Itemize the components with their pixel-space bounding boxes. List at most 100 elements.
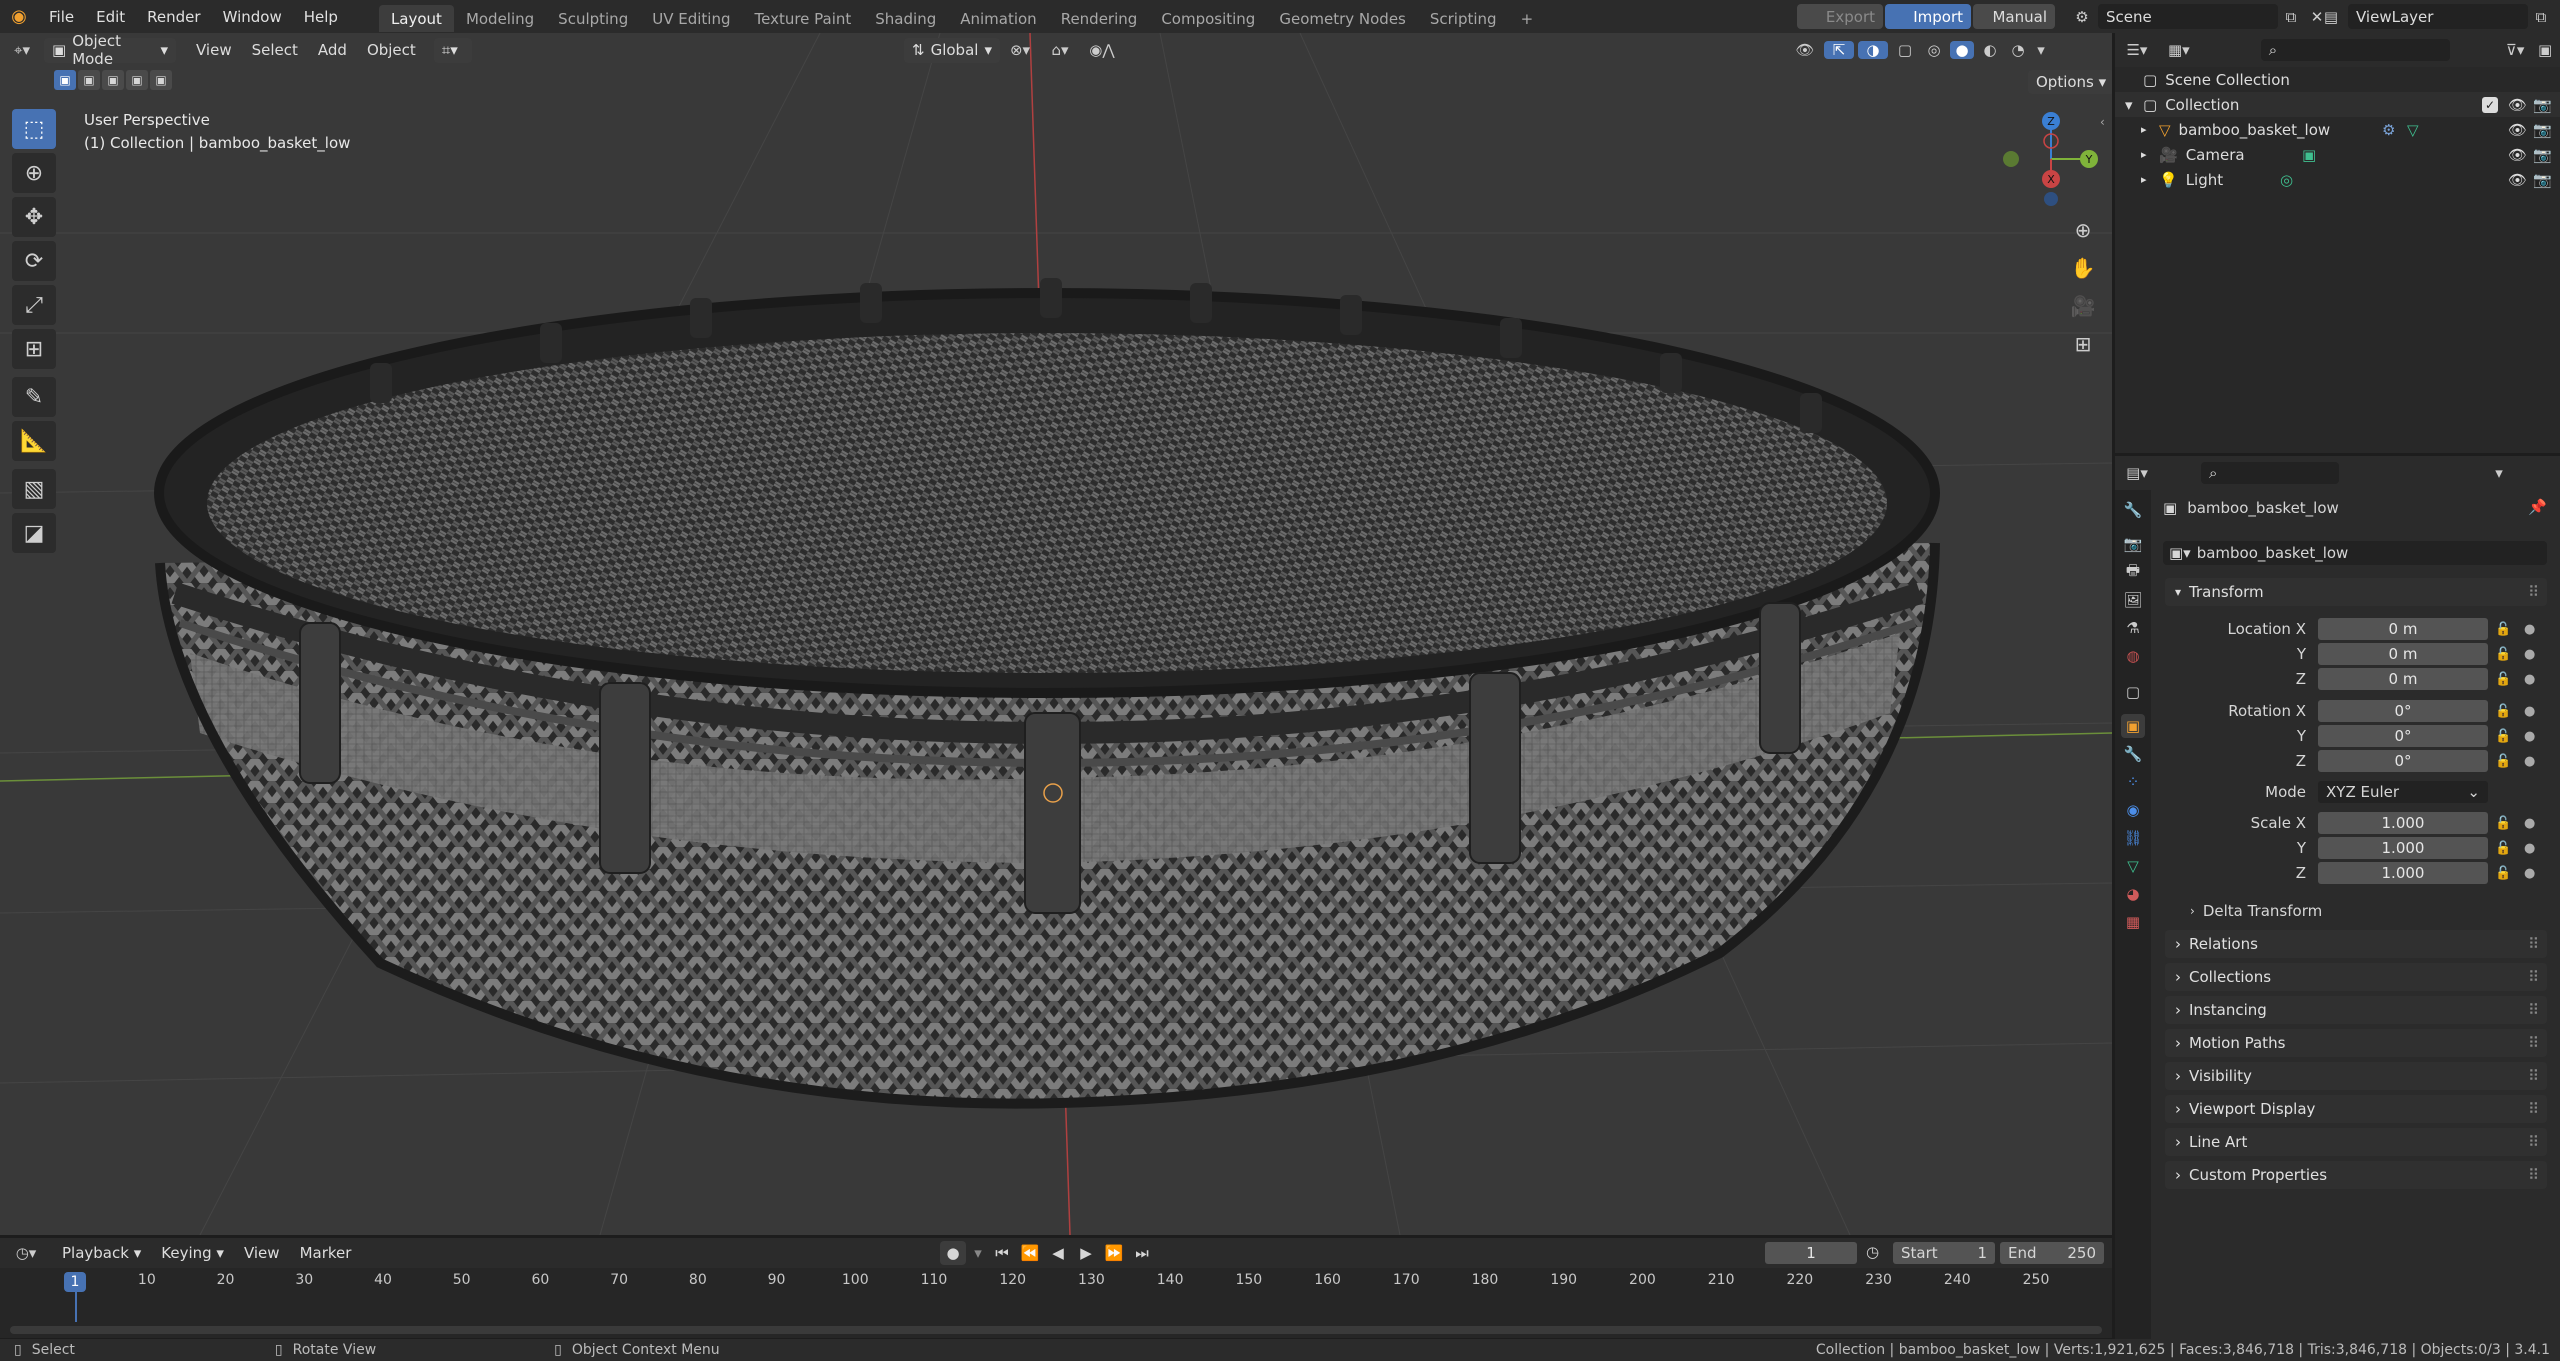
particles-tab-icon[interactable]: ⁘: [2121, 770, 2145, 794]
keyframe-dot-icon[interactable]: ●: [2524, 672, 2535, 687]
visibility-section[interactable]: › Visibility ⠿: [2165, 1062, 2547, 1090]
physics-tab-icon[interactable]: ◉: [2121, 798, 2145, 822]
import-button[interactable]: Import: [1885, 4, 1971, 29]
tab-animation[interactable]: Animation: [948, 5, 1048, 32]
constraints-tab-icon[interactable]: ⛓: [2121, 826, 2145, 850]
tab-sculpting[interactable]: Sculpting: [546, 5, 640, 32]
scene-new-icon[interactable]: ⧉: [2278, 8, 2304, 26]
3d-viewport[interactable]: ⌖▾ ▣ Object Mode ▾ View Select Add Object…: [0, 33, 2112, 1235]
collection-checkbox[interactable]: ✓: [2482, 96, 2498, 113]
options-button[interactable]: Options ▾: [2028, 70, 2112, 94]
lock-icon[interactable]: 🔓: [2495, 816, 2511, 831]
rotation-z-field[interactable]: 0°: [2318, 750, 2488, 772]
lock-icon[interactable]: 🔓: [2495, 622, 2511, 637]
orientation-dropdown[interactable]: ⇅ Global ▾: [904, 37, 1000, 63]
render-camera-icon[interactable]: 📷: [2533, 146, 2552, 164]
tool-tab-icon[interactable]: 🔧: [2121, 498, 2145, 522]
keyframe-dot-icon[interactable]: ●: [2524, 866, 2535, 881]
lock-icon[interactable]: 🔓: [2495, 754, 2511, 769]
render-tab-icon[interactable]: 📷: [2121, 532, 2145, 556]
viewport-display-section[interactable]: › Viewport Display ⠿: [2165, 1095, 2547, 1123]
ortho-toggle-icon[interactable]: ⊞: [2066, 327, 2100, 361]
outliner-row-light[interactable]: ▸ 💡 Light ◎ 👁 📷: [2115, 167, 2560, 192]
frame-ruler[interactable]: 1102030405060708090100110120130140150160…: [0, 1238, 2112, 1338]
tab-shading[interactable]: Shading: [863, 5, 948, 32]
manual-button[interactable]: Manual: [1973, 4, 2055, 29]
xray-icon[interactable]: ▢: [1892, 41, 1918, 59]
select-subtract-icon[interactable]: ▣: [102, 70, 124, 90]
keyframe-dot-icon[interactable]: ●: [2524, 754, 2535, 769]
delta-transform-subpanel[interactable]: › Delta Transform: [2190, 898, 2322, 924]
tab-modeling[interactable]: Modeling: [454, 5, 546, 32]
outliner-search-field[interactable]: ⌕: [2260, 39, 2451, 61]
outliner-row-scene-collection[interactable]: ▢ Scene Collection: [2115, 67, 2560, 92]
viewport-menu-object[interactable]: Object: [357, 41, 426, 59]
texture-tab-icon[interactable]: ▦: [2121, 910, 2145, 934]
transform-tool[interactable]: ⊞: [12, 329, 56, 369]
drag-handle-icon[interactable]: ⠿: [2528, 583, 2539, 601]
snap-icon[interactable]: ⌂▾: [1040, 41, 1080, 59]
zoom-icon[interactable]: ⊕: [2066, 213, 2100, 247]
scale-x-field[interactable]: 1.000: [2318, 812, 2488, 834]
expand-icon[interactable]: ▸: [2141, 123, 2159, 136]
keyframe-dot-icon[interactable]: ●: [2524, 622, 2535, 637]
tab-geometry-nodes[interactable]: Geometry Nodes: [1267, 5, 1418, 32]
drag-handle-icon[interactable]: ⠿: [2528, 1100, 2539, 1118]
collection-tab-icon[interactable]: ▢: [2121, 680, 2145, 704]
expand-icon[interactable]: ▾: [2125, 96, 2143, 114]
rotation-x-field[interactable]: 0°: [2318, 700, 2488, 722]
menu-edit[interactable]: Edit: [85, 0, 136, 33]
filter-icon[interactable]: ⊽▾: [2500, 41, 2530, 59]
render-camera-icon[interactable]: 📷: [2533, 96, 2552, 114]
collapse-icon[interactable]: ▾: [2489, 464, 2509, 482]
transform-pivot-dropdown[interactable]: ⌗▾: [433, 37, 472, 63]
pin-icon[interactable]: 📌: [2528, 498, 2547, 516]
relations-section[interactable]: › Relations ⠿: [2165, 930, 2547, 958]
blender-logo-icon[interactable]: ◉: [0, 6, 38, 27]
eye-icon[interactable]: 👁: [2508, 171, 2527, 189]
render-camera-icon[interactable]: 📷: [2533, 121, 2552, 139]
visibility-icon[interactable]: 👁: [1790, 41, 1820, 59]
scale-y-field[interactable]: 1.000: [2318, 837, 2488, 859]
select-invert-icon[interactable]: ▣: [126, 70, 148, 90]
data-tab-icon[interactable]: ▽: [2121, 854, 2145, 878]
lock-icon[interactable]: 🔓: [2495, 672, 2511, 687]
edit-tool[interactable]: ◪: [12, 513, 56, 553]
outliner-editor-icon[interactable]: ☰▾: [2115, 41, 2159, 59]
line-art-section[interactable]: › Line Art ⠿: [2165, 1128, 2547, 1156]
viewport-menu-select[interactable]: Select: [242, 41, 308, 59]
drag-handle-icon[interactable]: ⠿: [2528, 1166, 2539, 1184]
export-button[interactable]: Export: [1797, 4, 1883, 29]
expand-icon[interactable]: ▸: [2141, 173, 2159, 186]
keyframe-dot-icon[interactable]: ●: [2524, 647, 2535, 662]
select-box-tool[interactable]: ⬚: [12, 109, 56, 149]
add-workspace-button[interactable]: +: [1509, 5, 1546, 32]
keyframe-dot-icon[interactable]: ●: [2524, 841, 2535, 856]
expand-icon[interactable]: ▸: [2141, 148, 2159, 161]
solid-shading-icon[interactable]: ●: [1950, 41, 1974, 59]
tab-rendering[interactable]: Rendering: [1049, 5, 1150, 32]
viewlayer-close-icon[interactable]: ✕: [2554, 8, 2560, 26]
camera-view-icon[interactable]: 🎥: [2066, 289, 2100, 323]
keyframe-dot-icon[interactable]: ●: [2524, 816, 2535, 831]
annotate-tool[interactable]: ✎: [12, 377, 56, 417]
select-new-icon[interactable]: ▣: [54, 70, 76, 90]
lock-icon[interactable]: 🔓: [2495, 704, 2511, 719]
scene-field[interactable]: Scene: [2098, 4, 2278, 29]
viewport-menu-add[interactable]: Add: [308, 41, 357, 59]
custom-properties-section[interactable]: › Custom Properties ⠿: [2165, 1161, 2547, 1189]
scene-icon[interactable]: ⚙: [2066, 8, 2098, 26]
outliner-row-basket[interactable]: ▸ ▽ bamboo_basket_low ⚙ ▽ 👁 📷: [2115, 117, 2560, 142]
tab-texture-paint[interactable]: Texture Paint: [742, 5, 863, 32]
drag-handle-icon[interactable]: ⠿: [2528, 1034, 2539, 1052]
rotate-tool[interactable]: ⟳: [12, 241, 56, 281]
drag-handle-icon[interactable]: ⠿: [2528, 935, 2539, 953]
navigation-gizmo[interactable]: Z Y X: [1996, 107, 2106, 207]
scene-tab-icon[interactable]: ⚗: [2121, 616, 2145, 640]
select-extend-icon[interactable]: ▣: [78, 70, 100, 90]
editor-type-icon[interactable]: ⌖▾: [0, 41, 44, 59]
new-collection-icon[interactable]: ▣: [2530, 41, 2560, 59]
outliner-row-collection[interactable]: ▾ ▢ Collection ✓ 👁 📷: [2115, 92, 2560, 117]
drag-handle-icon[interactable]: ⠿: [2528, 1133, 2539, 1151]
drag-handle-icon[interactable]: ⠿: [2528, 1001, 2539, 1019]
